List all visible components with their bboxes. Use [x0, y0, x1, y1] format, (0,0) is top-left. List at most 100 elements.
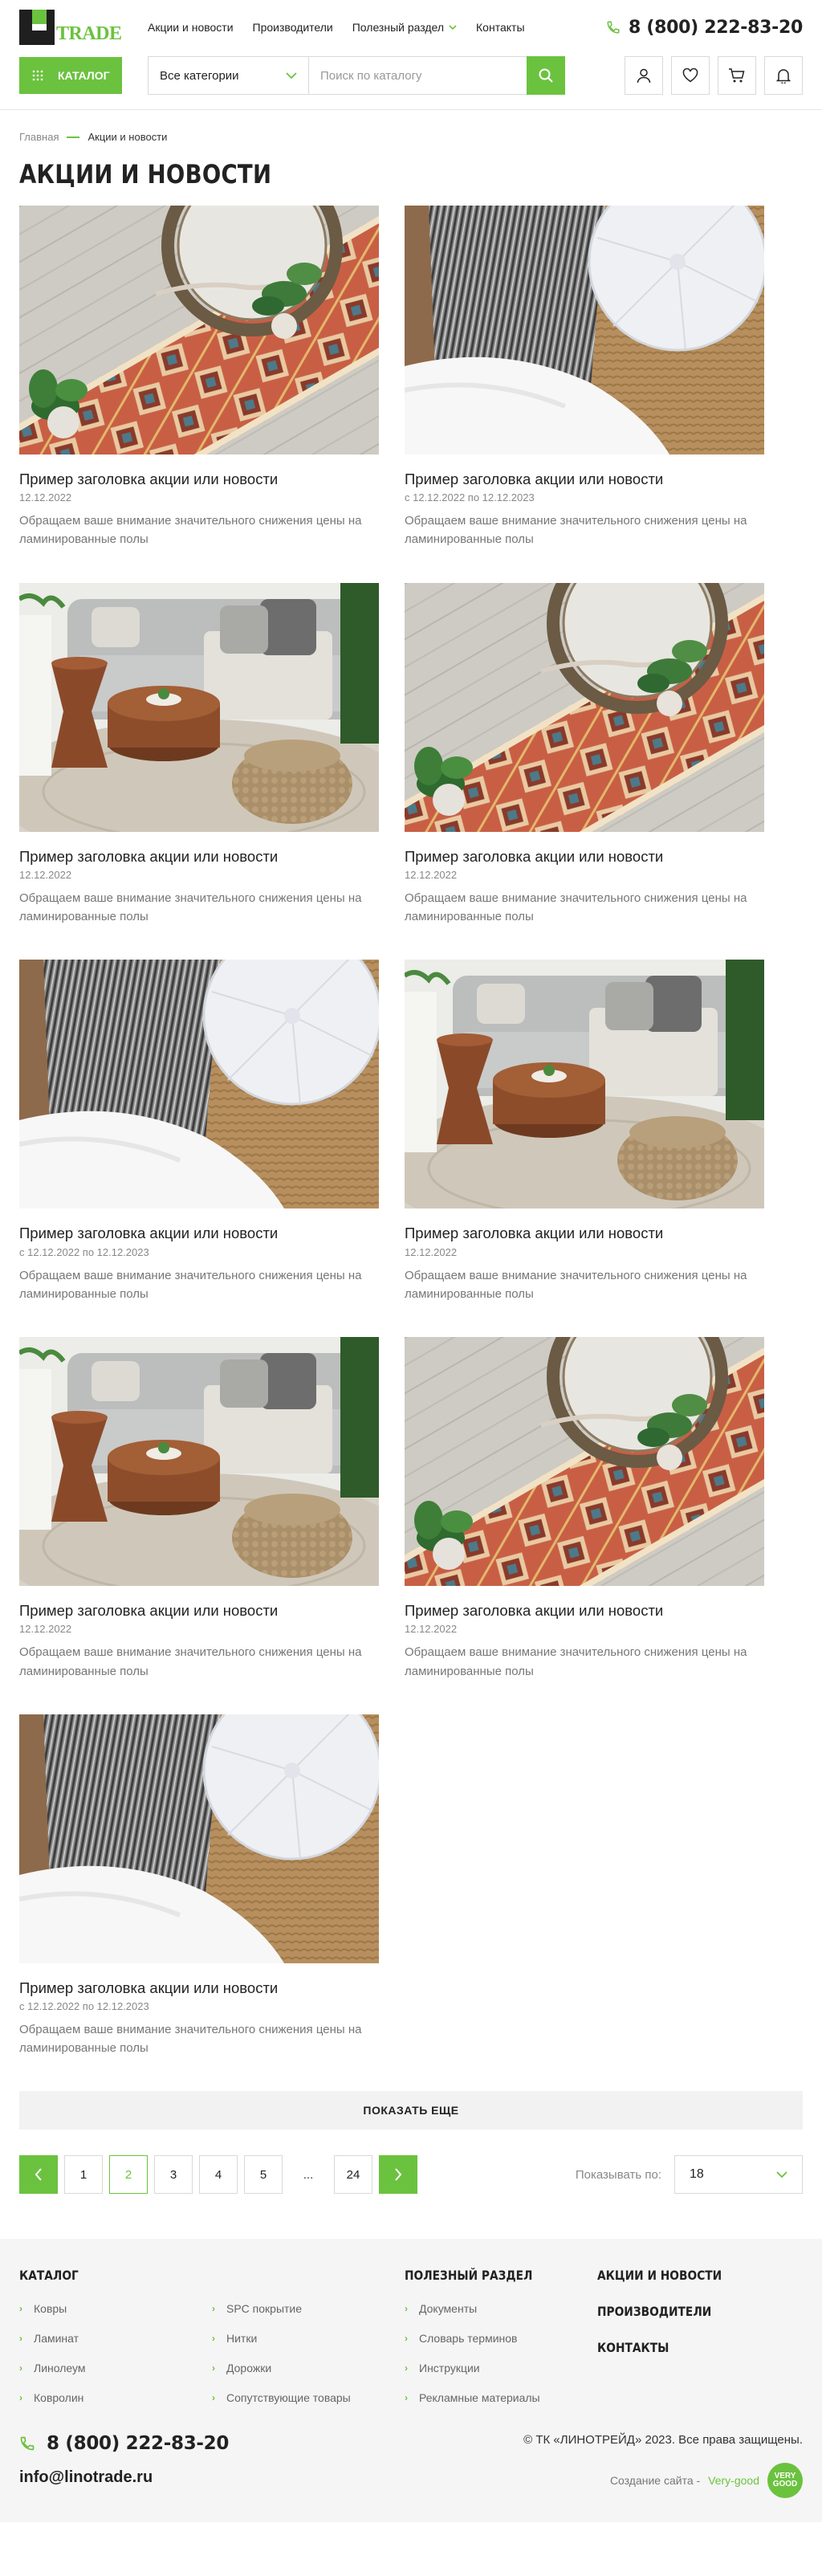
footer-link[interactable]: › Ламинат [19, 2332, 212, 2345]
user-icon [637, 68, 651, 84]
news-title[interactable]: Пример заголовка акции или новости [19, 1602, 379, 1620]
news-image[interactable] [405, 582, 764, 832]
search-input[interactable] [309, 57, 527, 94]
nav-item-useful[interactable]: Полезный раздел [352, 21, 457, 34]
news-card[interactable]: Пример заголовка акции или новости 12.12… [405, 960, 764, 1303]
nav-item-news[interactable]: Акции и новости [148, 21, 234, 34]
footer-link-news[interactable]: Акции и новости [597, 2268, 774, 2283]
chevron-down-icon [449, 25, 457, 30]
footer-link-contacts[interactable]: Контакты [597, 2340, 774, 2355]
pagination-next[interactable] [379, 2155, 417, 2195]
footer-link[interactable]: › Словарь терминов [405, 2332, 597, 2345]
news-image[interactable] [19, 1714, 379, 1963]
pagination-page[interactable]: 2 [109, 2155, 148, 2195]
news-card[interactable]: Пример заголовка акции или новости с 12.… [19, 960, 379, 1303]
news-image[interactable] [19, 582, 379, 832]
chevron-right-icon [395, 2168, 402, 2182]
footer-useful: Полезный раздел › Документы › Словарь терми… [405, 2268, 597, 2404]
footer-link[interactable]: › Линолеум [19, 2362, 212, 2374]
heart-icon [682, 68, 698, 83]
catalog-button[interactable]: Каталог [19, 57, 122, 94]
pagination-prev[interactable] [19, 2155, 58, 2195]
footer-link[interactable]: › Сопутствующие товары [212, 2391, 405, 2404]
news-title[interactable]: Пример заголовка акции или новости [19, 848, 379, 866]
header-icons [625, 56, 803, 95]
developer-logo[interactable]: VERY GOOD [767, 2463, 803, 2499]
news-title[interactable]: Пример заголовка акции или новости [405, 471, 764, 488]
footer-link-label: Ковры [34, 2302, 67, 2316]
bell-icon [776, 69, 791, 84]
news-image[interactable] [19, 960, 379, 1209]
footer-link[interactable]: › Рекламные материалы [405, 2391, 597, 2404]
news-title[interactable]: Пример заголовка акции или новости [19, 1225, 379, 1242]
breadcrumb-separator [67, 136, 80, 138]
news-image[interactable] [405, 206, 764, 454]
favorites-button[interactable] [671, 56, 710, 95]
category-select[interactable]: Все категории [149, 57, 309, 94]
footer-link[interactable]: › Нитки [212, 2332, 405, 2345]
nav-item-contacts[interactable]: Контакты [476, 21, 524, 34]
news-card[interactable]: Пример заголовка акции или новости с 12.… [405, 206, 764, 549]
pagination-page[interactable]: 3 [154, 2155, 193, 2195]
footer-link-label: Дорожки [226, 2362, 272, 2375]
news-title[interactable]: Пример заголовка акции или новости [19, 1979, 379, 1997]
pagination-page[interactable]: 24 [334, 2155, 372, 2195]
pagination: 1 2 3 4 5... 24 [19, 2155, 417, 2195]
nav-item-useful-label: Полезный раздел [352, 21, 445, 34]
news-date: с 12.12.2022 по 12.12.2023 [19, 1245, 149, 1258]
account-button[interactable] [625, 56, 663, 95]
footer-link[interactable]: › Ковролин [19, 2391, 212, 2404]
footer-link[interactable]: › Инструкции [405, 2362, 597, 2374]
footer-link-manufacturers[interactable]: Производители [597, 2304, 774, 2319]
per-page-value: 18 [690, 2167, 704, 2182]
pagination-page[interactable]: 1 [64, 2155, 103, 2195]
footer-link-label: Инструкции [419, 2362, 480, 2375]
pagination-page[interactable]: 5 [244, 2155, 283, 2195]
news-card[interactable]: Пример заголовка акции или новости с 12.… [19, 1714, 379, 2058]
breadcrumb-home[interactable]: Главная [19, 131, 59, 143]
news-description: Обращаем ваше внимание значительного сни… [405, 891, 747, 924]
news-card[interactable]: Пример заголовка акции или новости 12.12… [19, 582, 379, 927]
news-image[interactable] [405, 1337, 764, 1587]
cart-icon [729, 68, 745, 83]
footer-useful-title[interactable]: Полезный раздел [405, 2268, 570, 2283]
news-card[interactable]: Пример заголовка акции или новости 12.12… [405, 582, 764, 927]
news-card[interactable]: Пример заголовка акции или новости 12.12… [405, 1337, 764, 1681]
footer-catalog-title[interactable]: Каталог [19, 2268, 351, 2283]
news-card[interactable]: Пример заголовка акции или новости 12.12… [19, 1337, 379, 1681]
header-phone[interactable]: 8 (800) 222-83-20 [606, 18, 803, 38]
chevron-right-icon: › [405, 2333, 408, 2345]
made-by-link[interactable]: Very-good [708, 2474, 759, 2487]
footer-link[interactable]: › SPC покрытие [212, 2302, 405, 2315]
footer-catalog: Каталог › Ковры › Ламинат › Линолеум › Ковролин… [19, 2268, 405, 2404]
cart-button[interactable] [718, 56, 756, 95]
news-title[interactable]: Пример заголовка акции или новости [405, 1225, 764, 1242]
pagination-page[interactable]: 4 [199, 2155, 238, 2195]
breadcrumb: Главная Акции и новости [19, 131, 803, 143]
footer-link-label: Словарь терминов [419, 2332, 518, 2346]
news-image[interactable] [405, 960, 764, 1209]
site-logo[interactable]: TRADE [19, 10, 122, 45]
phone-icon [607, 21, 620, 34]
notifications-button[interactable] [764, 56, 803, 95]
news-image[interactable] [19, 1337, 379, 1587]
per-page-select[interactable]: 18 [674, 2155, 803, 2195]
grid-icon [32, 70, 43, 81]
phone-icon [20, 2437, 35, 2451]
footer-email[interactable]: info@linotrade.ru [19, 2468, 229, 2487]
news-title[interactable]: Пример заголовка акции или новости [405, 1602, 764, 1620]
logo-text: TRADE [56, 23, 122, 44]
news-image[interactable] [19, 206, 379, 454]
footer-link[interactable]: › Ковры [19, 2302, 212, 2315]
footer-phone[interactable]: 8 (800) 222-83-20 [19, 2433, 229, 2454]
footer-useful-links: › Документы › Словарь терминов › Инструкции › Р… [405, 2302, 597, 2404]
chevron-right-icon: › [212, 2333, 215, 2345]
news-title[interactable]: Пример заголовка акции или новости [19, 471, 379, 488]
show-more-button[interactable]: Показать еще [19, 2091, 803, 2130]
news-card[interactable]: Пример заголовка акции или новости 12.12… [19, 206, 379, 549]
footer-link[interactable]: › Документы [405, 2302, 597, 2315]
news-title[interactable]: Пример заголовка акции или новости [405, 848, 764, 866]
nav-item-manufacturers[interactable]: Производители [253, 21, 333, 34]
search-button[interactable] [527, 56, 565, 95]
footer-link[interactable]: › Дорожки [212, 2362, 405, 2374]
